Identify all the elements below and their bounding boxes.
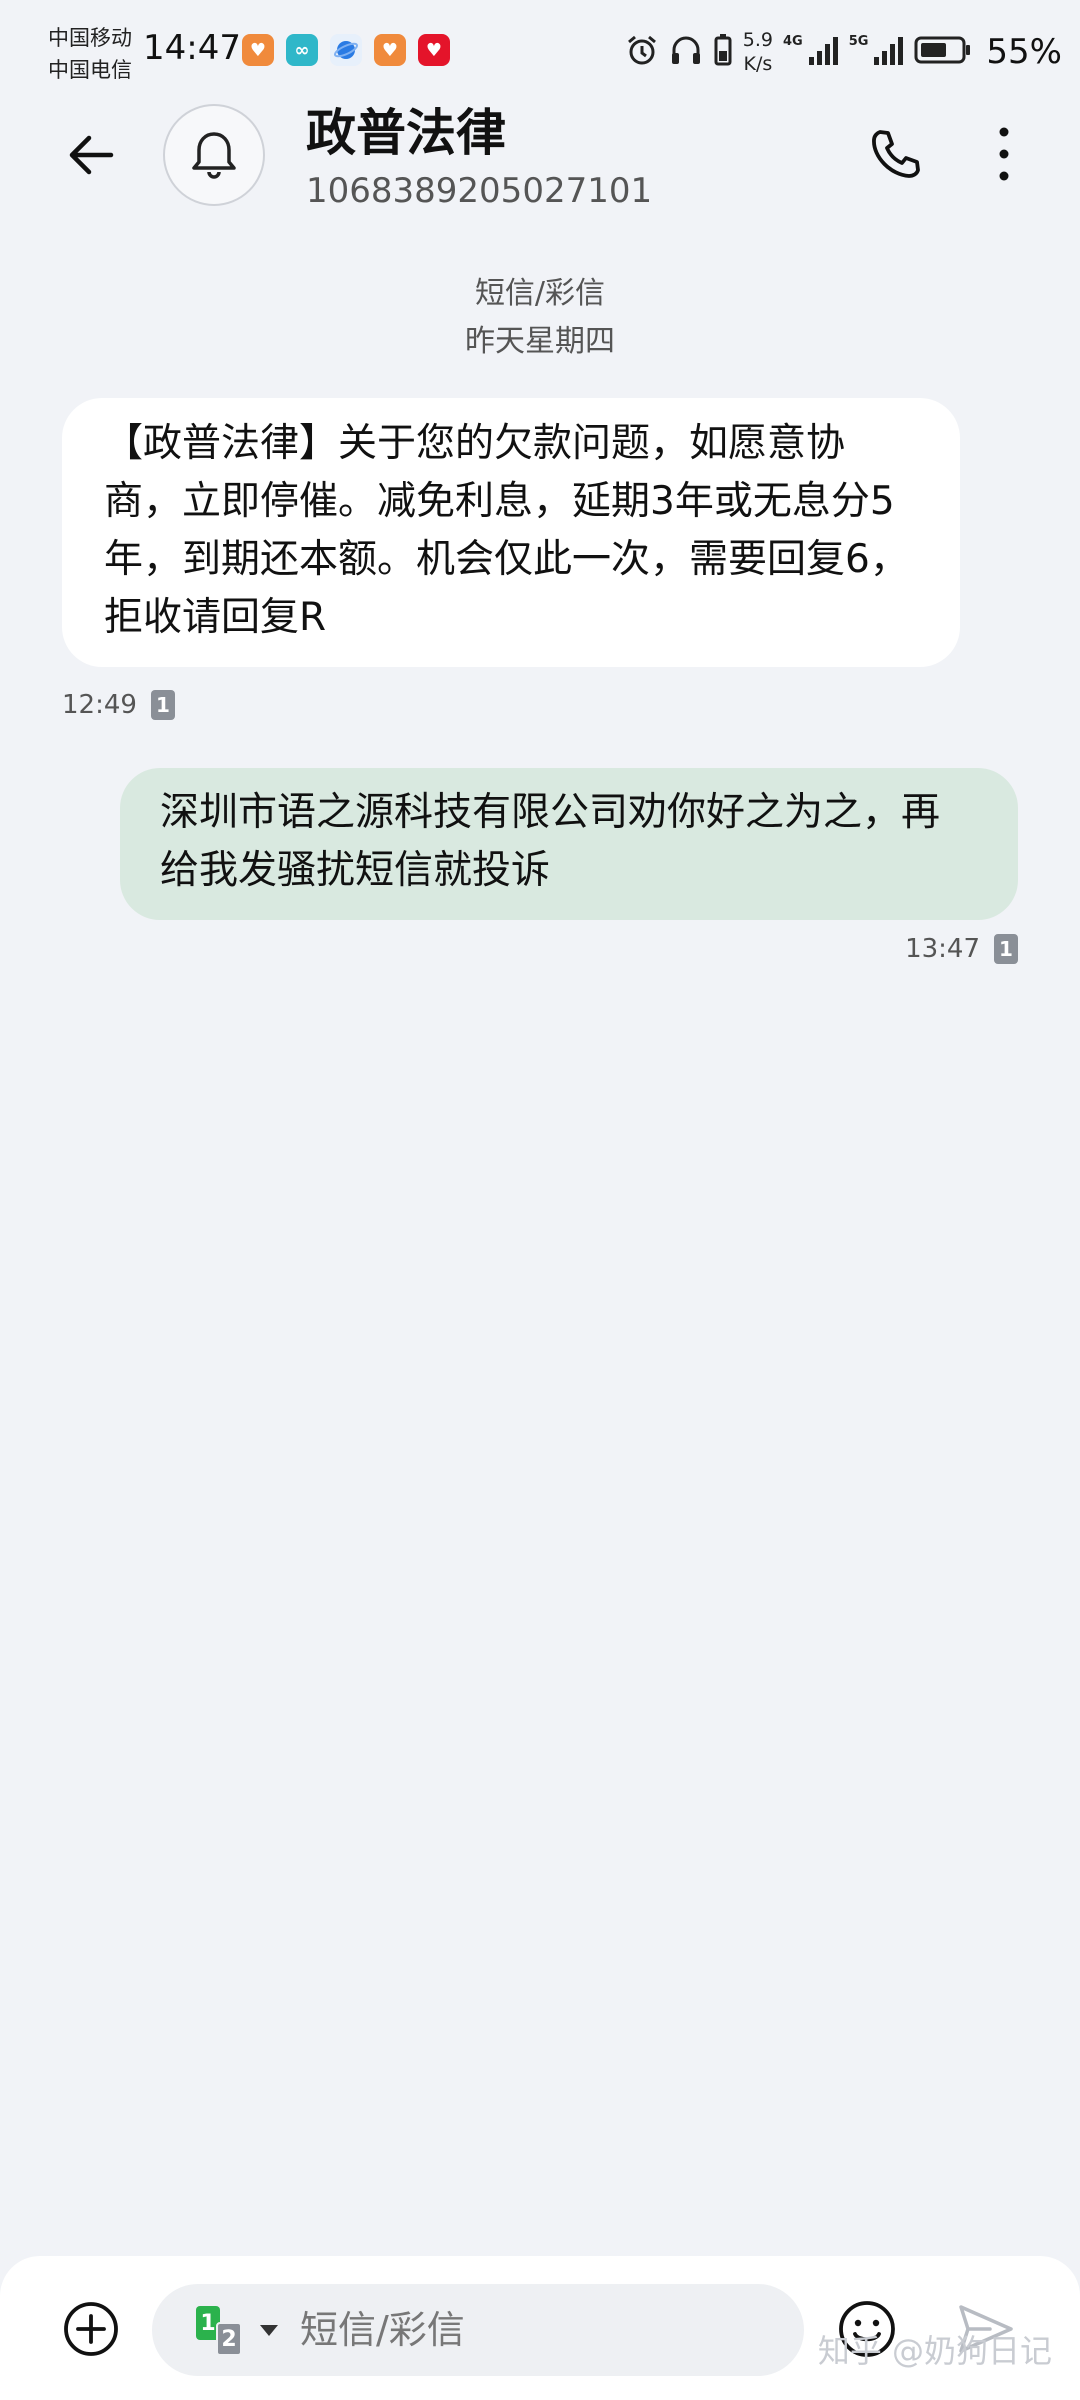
sms-conversation-screen: 中国移动 中国电信 14:47 ♥ ∞ ♥ ♥ 5.9 K/s 4G 5G 55… — [0, 0, 1080, 2400]
call-button[interactable] — [858, 118, 930, 190]
taobao-heart-icon: ♥ — [374, 34, 406, 66]
outgoing-message-bubble[interactable]: 深圳市语之源科技有限公司劝你好之为之，再给我发骚扰短信就投诉 — [120, 768, 1018, 920]
sim-card-badge: 1 — [994, 934, 1018, 964]
battery-percentage: 55% — [986, 32, 1062, 72]
phone-icon — [872, 130, 920, 178]
more-options-button[interactable] — [968, 118, 1040, 190]
message-time: 13:47 — [905, 934, 980, 964]
status-time: 14:47 — [143, 28, 241, 68]
back-button[interactable] — [56, 120, 126, 190]
sim-selector[interactable]: 1 2 — [196, 2302, 252, 2358]
message-input-box: 1 2 — [152, 2284, 804, 2376]
watermark: 知乎 @奶狗日记 — [817, 2332, 1052, 2370]
date-separator: 昨天星期四 — [465, 324, 615, 359]
status-right-group: 5.9 K/s 4G 5G 55% — [625, 22, 1062, 82]
netease-music-icon: ♥ — [418, 34, 450, 66]
taobao-heart-icon: ♥ — [242, 34, 274, 66]
bell-icon — [192, 132, 236, 179]
link-app-icon: ∞ — [286, 34, 318, 66]
incoming-message-bubble[interactable]: 【政普法律】关于您的欠款问题，如愿意协商，立即停催。减免利息，延期3年或无息分5… — [62, 398, 960, 667]
sim1-signal-icon — [805, 33, 839, 71]
network-speed: 5.9 K/s — [742, 29, 773, 75]
chevron-down-icon[interactable] — [260, 2324, 278, 2336]
outgoing-message-meta: 13:47 1 — [905, 934, 1018, 964]
message-input[interactable] — [300, 2308, 720, 2352]
carrier-1: 中国移动 — [48, 26, 132, 50]
carrier-2: 中国电信 — [48, 58, 132, 82]
incoming-message-meta: 12:49 1 — [62, 690, 175, 720]
battery-icon — [914, 33, 972, 71]
carrier-labels: 中国移动 中国电信 — [48, 22, 132, 86]
sim2-network-type: 5G — [848, 34, 869, 49]
contact-number: 1068389205027101 — [306, 171, 653, 211]
sim-2-badge: 2 — [216, 2322, 242, 2356]
more-vertical-icon — [999, 127, 1009, 181]
battery-saver-icon — [713, 33, 733, 71]
message-type-label: 短信/彩信 — [474, 276, 606, 311]
add-attachment-button[interactable] — [60, 2298, 122, 2360]
conversation-header: 政普法律 1068389205027101 — [0, 100, 1080, 230]
plus-circle-icon — [64, 2302, 118, 2356]
sim2-signal-icon — [870, 33, 904, 71]
sim1-network-type: 4G — [782, 34, 803, 49]
status-bar: 中国移动 中国电信 14:47 ♥ ∞ ♥ ♥ 5.9 K/s 4G 5G 55… — [0, 0, 1080, 100]
arrow-left-icon — [69, 135, 114, 175]
sim-card-badge: 1 — [150, 690, 175, 720]
contact-avatar[interactable] — [163, 104, 265, 206]
contact-name: 政普法律 — [306, 104, 506, 162]
message-time: 12:49 — [62, 690, 137, 720]
planet-app-icon — [330, 34, 362, 66]
headphones-icon — [669, 33, 703, 71]
alarm-icon — [625, 33, 659, 71]
notification-icons: ♥ ∞ ♥ ♥ — [242, 34, 450, 66]
